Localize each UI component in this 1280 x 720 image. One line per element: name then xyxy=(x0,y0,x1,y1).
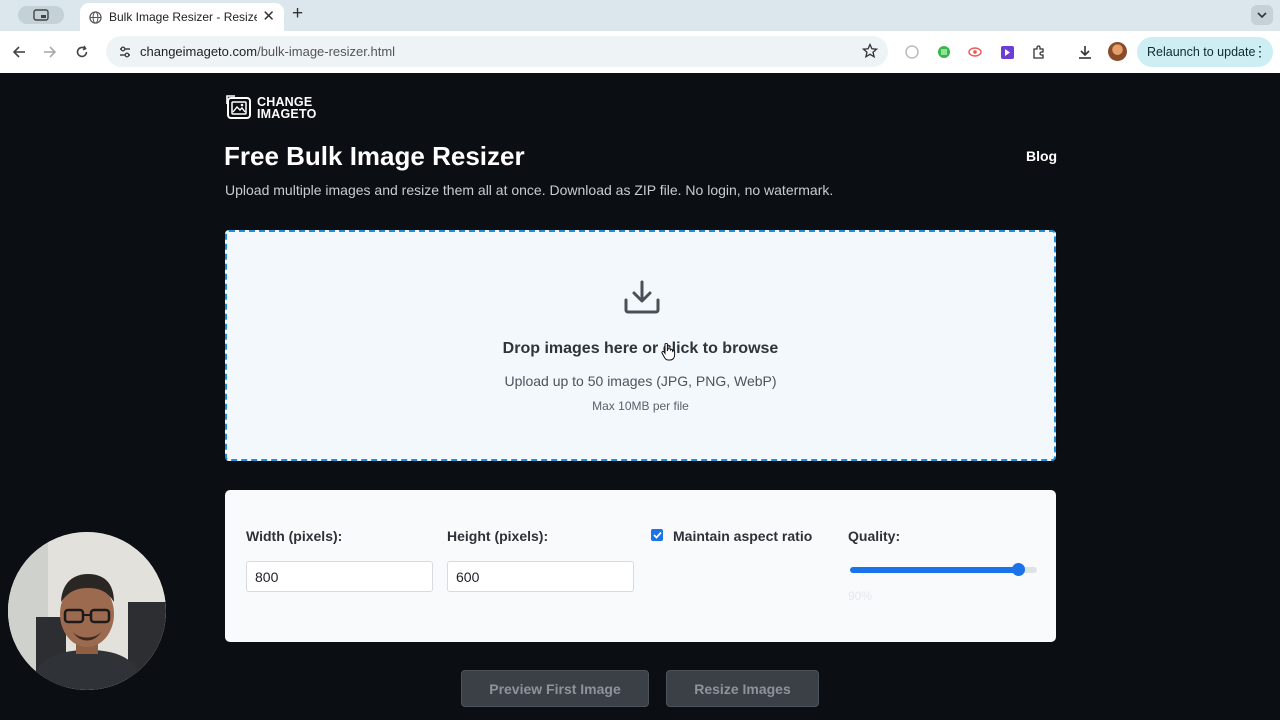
checkmark-icon xyxy=(652,531,662,539)
dropzone-max-size: Max 10MB per file xyxy=(592,399,689,413)
preview-first-image-button[interactable]: Preview First Image xyxy=(461,670,649,707)
upload-dropzone[interactable]: Drop images here or click to browse Uplo… xyxy=(225,230,1056,461)
browser-toolbar: changeimageto.com/bulk-image-resizer.htm… xyxy=(0,31,1280,73)
bookmark-star-icon[interactable] xyxy=(862,43,878,59)
downloads-icon[interactable] xyxy=(1076,43,1094,61)
resize-images-button[interactable]: Resize Images xyxy=(666,670,819,707)
tab-search-button[interactable] xyxy=(1251,5,1273,25)
url-path: /bulk-image-resizer.html xyxy=(257,44,396,59)
forward-button[interactable] xyxy=(40,42,60,62)
hand-pointer-cursor-icon xyxy=(661,343,676,361)
reload-icon xyxy=(76,45,88,58)
width-label: Width (pixels): xyxy=(246,528,343,544)
arrow-right-icon xyxy=(44,46,57,58)
quality-slider-thumb[interactable] xyxy=(1012,563,1026,576)
maintain-aspect-label[interactable]: Maintain aspect ratio xyxy=(673,528,812,544)
presenter-video-image xyxy=(8,532,166,690)
dropzone-title: Drop images here or click to browse xyxy=(502,340,779,357)
quality-label: Quality: xyxy=(848,528,901,544)
extension-icon-1[interactable] xyxy=(903,43,921,61)
arrow-left-icon xyxy=(12,46,25,58)
new-tab-button[interactable]: + xyxy=(292,4,303,24)
page-title: Free Bulk Image Resizer xyxy=(224,141,525,171)
menu-dots-icon[interactable]: ⋮ xyxy=(1253,43,1267,60)
quality-slider-fill xyxy=(850,567,1019,573)
profile-avatar[interactable] xyxy=(1108,42,1127,61)
height-input[interactable] xyxy=(447,561,634,592)
resize-settings-panel: Width (pixels): Height (pixels): Maintai… xyxy=(225,490,1056,642)
extension-icon-4[interactable] xyxy=(998,43,1016,61)
reload-button[interactable] xyxy=(72,42,92,62)
site-logo[interactable]: CHANGE IMAGETO xyxy=(225,94,317,122)
quality-slider[interactable] xyxy=(850,563,1037,576)
site-settings-icon[interactable] xyxy=(117,44,133,60)
chevron-down-icon xyxy=(1257,12,1267,19)
download-tray-icon xyxy=(624,280,660,314)
tab-title: Bulk Image Resizer - Resize M xyxy=(109,10,257,24)
extension-icon-2[interactable] xyxy=(935,43,953,61)
tab-groups-button[interactable] xyxy=(18,6,64,24)
url-text: changeimageto.com/bulk-image-resizer.htm… xyxy=(140,44,395,59)
logo-image-icon xyxy=(226,95,251,119)
close-tab-icon[interactable]: ✕ xyxy=(262,8,275,26)
height-label: Height (pixels): xyxy=(447,528,549,544)
logo-text: CHANGE IMAGETO xyxy=(257,96,317,121)
quality-value: 90% xyxy=(848,589,873,603)
maintain-aspect-checkbox[interactable] xyxy=(651,529,663,541)
active-tab[interactable]: Bulk Image Resizer - Resize M ✕ xyxy=(80,3,284,31)
dropzone-subtitle: Upload up to 50 images (JPG, PNG, WebP) xyxy=(504,373,777,389)
extensions-puzzle-icon[interactable] xyxy=(1030,43,1048,61)
blog-link[interactable]: Blog xyxy=(1026,148,1057,164)
relaunch-label: Relaunch to update xyxy=(1147,45,1256,59)
address-bar[interactable]: changeimageto.com/bulk-image-resizer.htm… xyxy=(106,36,888,67)
tab-groups-icon xyxy=(33,9,49,21)
width-input[interactable] xyxy=(246,561,433,592)
webcam-overlay xyxy=(8,532,166,690)
back-button[interactable] xyxy=(9,42,29,62)
logo-line-2: IMAGETO xyxy=(257,107,317,121)
url-host: changeimageto.com xyxy=(140,44,258,59)
globe-icon xyxy=(89,10,102,24)
page-subtitle: Upload multiple images and resize them a… xyxy=(225,182,834,198)
extension-icon-3[interactable] xyxy=(966,43,984,61)
relaunch-button[interactable]: Relaunch to update ⋮ xyxy=(1137,37,1273,67)
browser-tab-strip: Bulk Image Resizer - Resize M ✕ + xyxy=(0,0,1280,31)
